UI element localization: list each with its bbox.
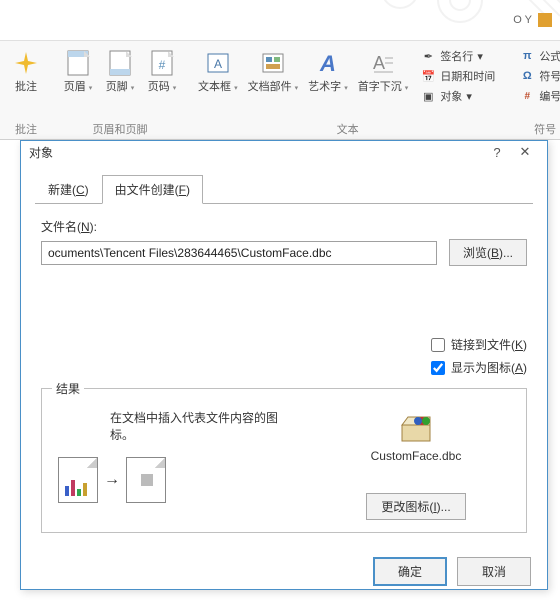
result-illustration: → <box>58 457 294 503</box>
chevron-down-icon: ▾ <box>89 85 93 92</box>
result-box: 结果 在文档中插入代表文件内容的图标。 → CustomFa <box>41 388 527 533</box>
dialog-tabs: 新建(C) 由文件创建(F) <box>21 163 547 204</box>
datetime-button[interactable]: 📅日期和时间 <box>418 67 497 85</box>
dropcap-icon: A <box>367 47 399 79</box>
signature-icon: ✒ <box>420 48 436 64</box>
close-button[interactable]: ✕ <box>511 141 539 163</box>
ribbon: 批注 批注 页眉 ▾ 页脚 ▾ # 页码 ▾ 页眉和页脚 A <box>0 40 560 140</box>
wordart-button[interactable]: A 艺术字 ▾ <box>304 45 352 97</box>
browse-button[interactable]: 浏览(B)... <box>449 239 527 266</box>
number-button[interactable]: #编号 <box>517 87 560 105</box>
chart-doc-icon <box>58 457 98 503</box>
tab-new[interactable]: 新建(C) <box>35 175 102 204</box>
dropcap-button[interactable]: A 首字下沉 ▾ <box>354 45 413 97</box>
object-button[interactable]: ▣对象 ▾ <box>418 87 497 105</box>
user-avatar[interactable] <box>538 13 552 27</box>
dialog-title: 对象 <box>29 144 483 161</box>
blank-doc-icon <box>126 457 166 503</box>
result-label: 结果 <box>52 380 84 397</box>
chevron-down-icon: ▾ <box>477 50 483 63</box>
pagenum-button[interactable]: # 页码 ▾ <box>142 45 182 97</box>
package-icon <box>398 413 434 443</box>
omega-icon: Ω <box>519 68 535 84</box>
chevron-down-icon: ▾ <box>234 85 238 92</box>
change-icon-button[interactable]: 更改图标(I)... <box>366 493 466 520</box>
symbol-button[interactable]: Ω符号 ▾ <box>517 67 560 85</box>
filename-label: 文件名(N): <box>41 218 527 235</box>
signature-button[interactable]: ✒签名行 ▾ <box>418 47 497 65</box>
ribbon-group-symbols: π公式 ▾ Ω符号 ▾ #编号 符号 <box>507 41 560 139</box>
link-to-file-checkbox[interactable]: 链接到文件(K) <box>431 336 527 353</box>
chevron-down-icon: ▾ <box>173 85 177 92</box>
header-button[interactable]: 页眉 ▾ <box>58 45 98 97</box>
svg-text:A: A <box>373 53 385 73</box>
calendar-icon: 📅 <box>420 68 436 84</box>
display-as-icon-checkbox[interactable]: 显示为图标(A) <box>431 359 527 376</box>
chevron-down-icon: ▾ <box>466 90 472 103</box>
chevron-down-icon: ▾ <box>405 85 409 92</box>
number-icon: # <box>519 88 535 104</box>
svg-text:A: A <box>319 51 336 76</box>
ribbon-group-text: A 文本框 ▾ 文档部件 ▾ A 艺术字 ▾ A 首字下沉 ▾ ✒签名行 ▾ 📅… <box>188 41 507 139</box>
svg-text:#: # <box>159 58 166 72</box>
ribbon-group-annotate: 批注 批注 <box>0 41 52 139</box>
svg-text:A: A <box>214 57 222 71</box>
filename-input[interactable] <box>41 241 437 265</box>
chevron-down-icon: ▾ <box>295 85 299 92</box>
equation-button[interactable]: π公式 ▾ <box>517 47 560 65</box>
tab-from-file[interactable]: 由文件创建(F) <box>102 175 203 204</box>
object-icon: ▣ <box>420 88 436 104</box>
tab-panel: 文件名(N): 浏览(B)... 链接到文件(K) 显示为图标(A) 结果 在文… <box>21 204 547 547</box>
help-button[interactable]: ? <box>483 141 511 163</box>
user-label: O Y <box>513 14 532 26</box>
cancel-button[interactable]: 取消 <box>457 557 531 586</box>
preview-filename: CustomFace.dbc <box>371 449 462 463</box>
pi-icon: π <box>519 48 535 64</box>
pagenum-icon: # <box>146 47 178 79</box>
result-description: 在文档中插入代表文件内容的图标。 <box>110 409 294 443</box>
dialog-titlebar: 对象 ? ✕ <box>21 141 547 163</box>
object-dialog: 对象 ? ✕ 新建(C) 由文件创建(F) 文件名(N): 浏览(B)... 链… <box>20 140 548 590</box>
textbox-button[interactable]: A 文本框 ▾ <box>194 45 242 97</box>
chevron-down-icon: ▾ <box>344 85 348 92</box>
ribbon-group-header-footer: 页眉 ▾ 页脚 ▾ # 页码 ▾ 页眉和页脚 <box>52 41 188 139</box>
footer-button[interactable]: 页脚 ▾ <box>100 45 140 97</box>
footer-icon <box>104 47 136 79</box>
window-titlebar: O Y <box>0 0 560 40</box>
textbox-icon: A <box>202 47 234 79</box>
header-icon <box>62 47 94 79</box>
chevron-down-icon: ▾ <box>131 85 135 92</box>
quickparts-icon <box>257 47 289 79</box>
arrow-right-icon: → <box>104 471 120 489</box>
wordart-icon: A <box>312 47 344 79</box>
quickparts-button[interactable]: 文档部件 ▾ <box>244 45 303 97</box>
sparkle-icon <box>10 47 42 79</box>
annotate-button[interactable]: 批注 <box>6 45 46 96</box>
ok-button[interactable]: 确定 <box>373 557 447 586</box>
